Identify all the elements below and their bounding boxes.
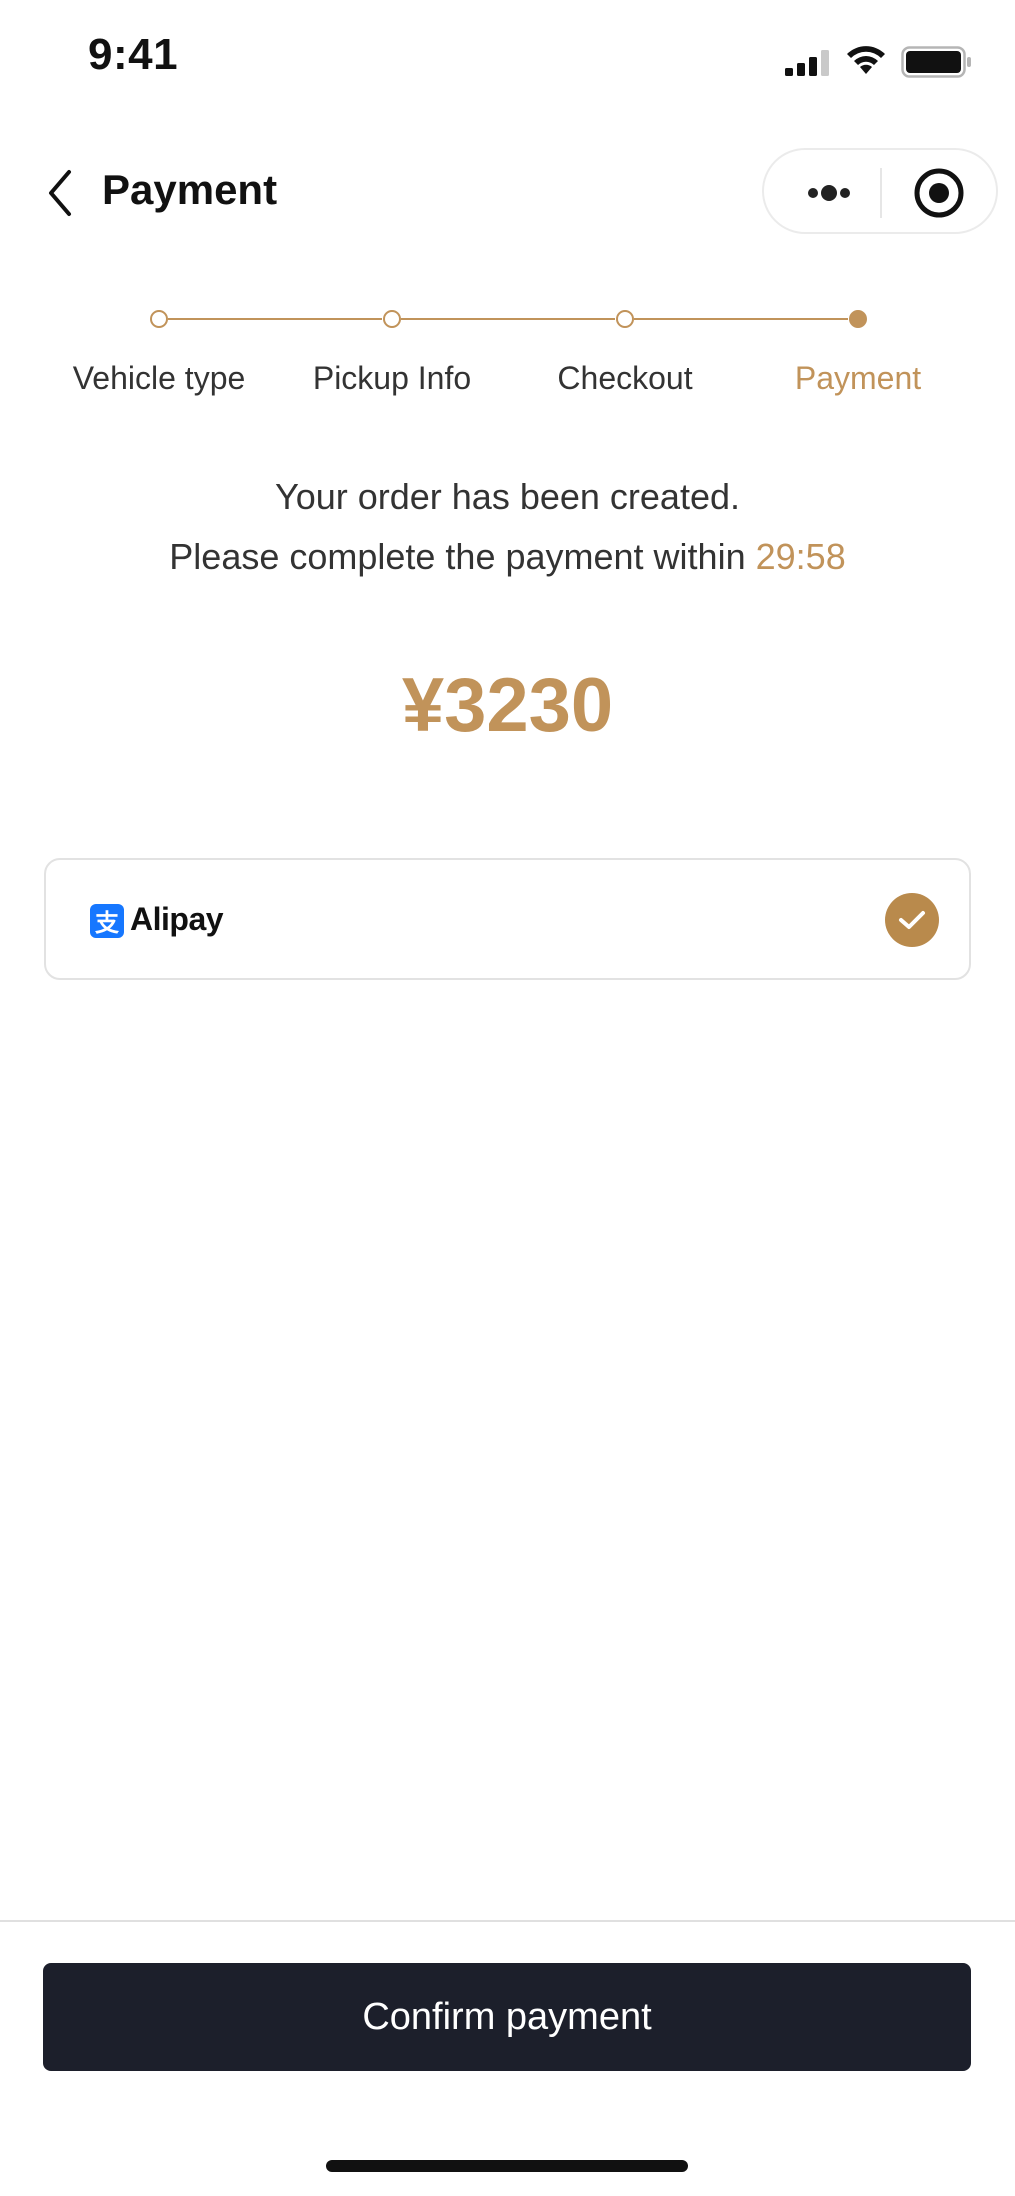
step-dot-pickup-info (383, 310, 401, 328)
capsule-divider (880, 168, 882, 218)
order-created-message: Your order has been created. (275, 476, 740, 517)
close-miniprogram-button[interactable] (894, 162, 984, 224)
confirm-payment-button[interactable]: Confirm payment (43, 1963, 971, 2071)
payment-method-alipay[interactable]: 支 Alipay (44, 858, 971, 980)
progress-stepper: Vehicle type Pickup Info Checkout Paymen… (0, 300, 1015, 410)
step-label-pickup-info: Pickup Info (312, 360, 472, 396)
step-dot-vehicle-type (150, 310, 168, 328)
payment-deadline-message: Please complete the payment within 29:58 (0, 536, 1015, 578)
alipay-logo-icon: 支 (90, 904, 124, 938)
payment-amount: ¥3230 (401, 663, 614, 748)
home-indicator (326, 2160, 688, 2172)
step-connector (634, 318, 848, 320)
page-title: Payment (102, 166, 278, 213)
selected-check-icon (885, 893, 939, 947)
mini-program-capsule (762, 148, 998, 234)
footer-divider (0, 1920, 1015, 1922)
countdown-timer: 29:58 (755, 536, 846, 577)
step-connector (401, 318, 615, 320)
step-label-vehicle-type: Vehicle type (72, 360, 246, 396)
step-label-checkout: Checkout (557, 360, 693, 396)
step-dot-checkout (616, 310, 634, 328)
battery-icon (901, 46, 971, 78)
more-icon (808, 185, 850, 201)
back-button[interactable] (40, 168, 80, 218)
payment-method-label: Alipay (130, 901, 224, 937)
deadline-prefix: Please complete the payment within (169, 536, 746, 577)
svg-text:支: 支 (95, 909, 120, 937)
step-label-payment: Payment (794, 360, 922, 396)
step-dot-payment (849, 310, 867, 328)
target-icon (914, 168, 964, 218)
chevron-left-icon (49, 170, 71, 216)
more-button[interactable] (784, 168, 874, 218)
wifi-icon (847, 46, 885, 74)
status-time: 9:41 (88, 30, 179, 79)
signal-icon (785, 50, 829, 76)
step-connector (168, 318, 382, 320)
status-icons (785, 44, 975, 80)
